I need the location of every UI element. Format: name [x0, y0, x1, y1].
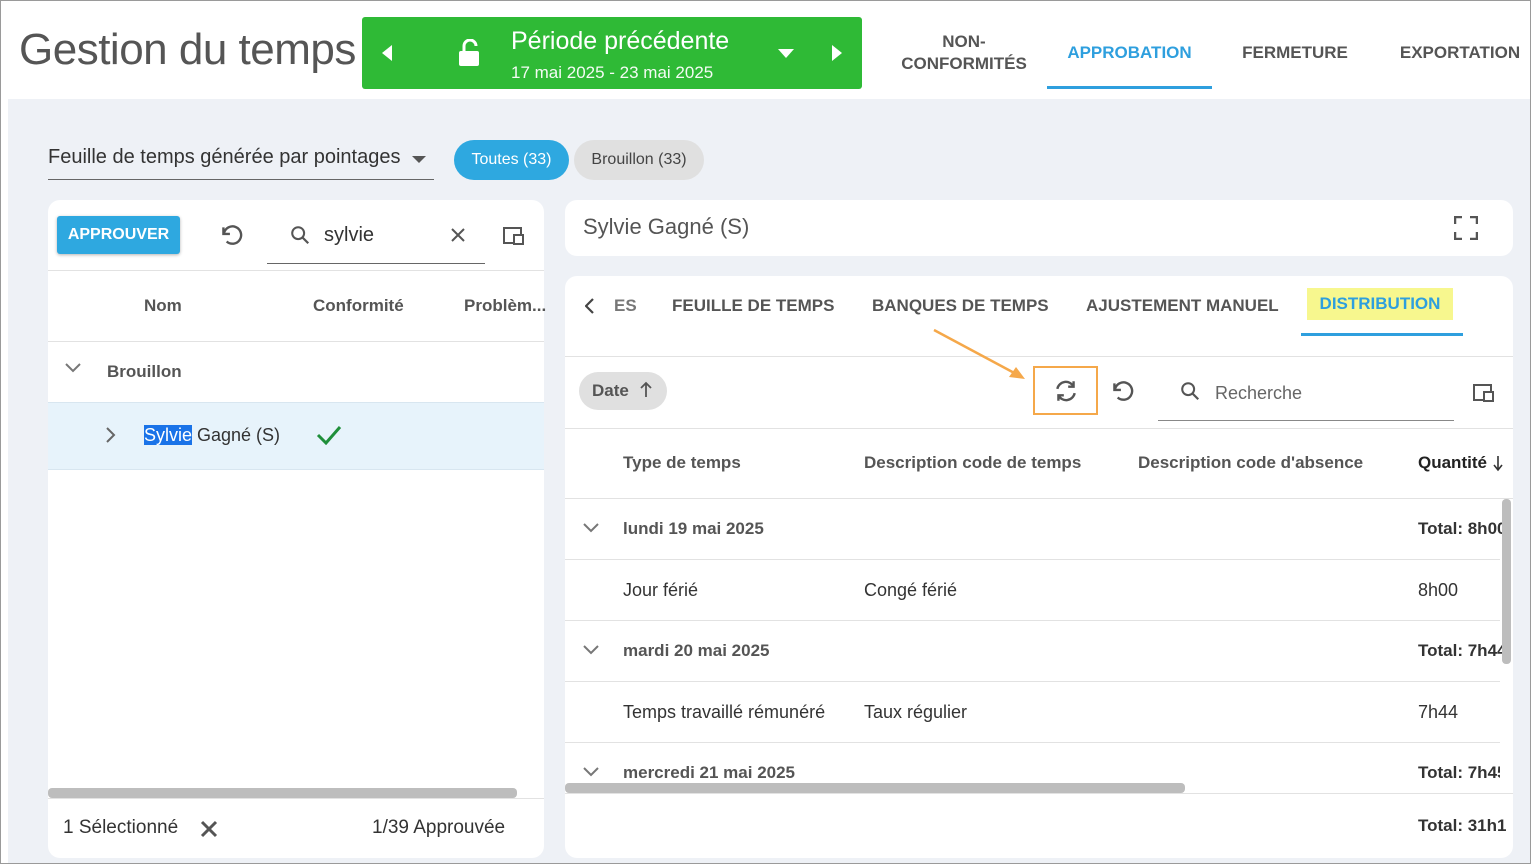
distribution-panel: ES FEUILLE DE TEMPS BANQUES DE TEMPS AJU…	[565, 276, 1513, 858]
horizontal-scrollbar[interactable]	[565, 783, 1185, 793]
chevron-left-icon[interactable]	[585, 298, 595, 314]
cell-qty: 7h44	[1418, 702, 1459, 722]
arrow-down-icon	[1493, 456, 1503, 472]
chevron-right-icon[interactable]	[106, 427, 116, 443]
search-value: sylvie	[324, 224, 375, 246]
active-tab-indicator	[1047, 86, 1212, 89]
tab-feuille-de-temps[interactable]: FEUILLE DE TEMPS	[672, 296, 834, 316]
column-conformite[interactable]: Conformité	[313, 296, 404, 316]
timesheet-filter-select[interactable]: Feuille de temps générée par pointages	[48, 146, 434, 180]
employee-name[interactable]: Sylvie Gagné (S)	[144, 425, 280, 446]
cell-code: Taux régulier	[864, 702, 968, 722]
horizontal-scrollbar[interactable]	[48, 788, 517, 798]
group-total: Total: 8h00	[1418, 519, 1507, 538]
tab-es[interactable]: ES	[614, 296, 637, 316]
tab-non-conformites[interactable]: NON- CONFORMITÉS	[897, 31, 1031, 75]
column-type-de-temps[interactable]: Type de temps	[623, 453, 741, 473]
employee-name-rest: Gagné (S)	[192, 425, 281, 445]
column-quantite[interactable]: Quantité	[1418, 453, 1487, 473]
refresh-button[interactable]	[1033, 366, 1098, 415]
undo-icon[interactable]	[1109, 378, 1135, 404]
employee-list-panel: APPROUVER sylvie Nom Conformité Problèm.…	[48, 200, 546, 858]
caret-down-icon	[412, 156, 426, 163]
period-selector[interactable]: Période précédente 17 mai 2025 - 23 mai …	[362, 17, 862, 89]
employee-search-input[interactable]: sylvie	[267, 218, 485, 264]
tab-exportation[interactable]: EXPORTATION	[1391, 42, 1529, 64]
tab-distribution[interactable]: DISTRIBUTION	[1307, 288, 1453, 320]
employee-header: Sylvie Gagné (S)	[565, 200, 1513, 256]
check-icon	[316, 426, 342, 445]
tab-banques-de-temps[interactable]: BANQUES DE TEMPS	[872, 296, 1049, 316]
column-description-code-absence[interactable]: Description code d'absence	[1138, 453, 1363, 473]
group-date: mercredi 21 mai 2025	[623, 763, 796, 782]
group-row[interactable]: mardi 20 mai 2025 Total: 7h44	[565, 621, 1506, 682]
approved-count: 1/39 Approuvée	[372, 817, 506, 838]
group-date: mardi 20 mai 2025	[623, 641, 770, 660]
refresh-icon	[1056, 380, 1076, 402]
group-date: lundi 19 mai 2025	[623, 519, 764, 538]
group-total: Total: 7h44	[1418, 641, 1507, 660]
search-placeholder: Recherche	[1215, 383, 1303, 403]
previous-period-icon[interactable]	[382, 45, 392, 61]
clear-icon[interactable]	[450, 227, 466, 243]
tab-approbation[interactable]: APPROBATION	[1047, 42, 1212, 64]
column-settings-icon[interactable]	[1472, 382, 1496, 404]
distribution-search-input[interactable]: Recherche	[1158, 371, 1454, 421]
next-period-icon[interactable]	[832, 45, 842, 61]
chevron-down-icon[interactable]	[65, 363, 81, 373]
group-total: Total: 7h45	[1418, 763, 1500, 782]
period-range: 17 mai 2025 - 23 mai 2025	[511, 63, 714, 82]
arrow-up-icon	[640, 381, 652, 397]
fullscreen-icon[interactable]	[1454, 216, 1478, 240]
chevron-down-icon[interactable]	[583, 645, 599, 655]
undo-icon[interactable]	[218, 222, 244, 248]
group-brouillon: Brouillon	[107, 362, 182, 381]
cell-type: Jour férié	[623, 580, 699, 600]
table-row[interactable]: Jour férié Congé férié 8h00	[565, 560, 1500, 621]
search-icon	[1181, 382, 1200, 401]
clear-selection-icon[interactable]	[200, 820, 218, 838]
cell-code: Congé férié	[864, 580, 958, 600]
cell-qty: 8h00	[1418, 580, 1459, 600]
tab-fermeture[interactable]: FERMETURE	[1229, 42, 1361, 64]
column-settings-icon[interactable]	[502, 225, 526, 247]
tab-ajustement-manuel[interactable]: AJUSTEMENT MANUEL	[1086, 296, 1279, 316]
group-row[interactable]: lundi 19 mai 2025 Total: 8h00	[565, 499, 1506, 560]
page-title: Gestion du temps	[19, 25, 356, 74]
selected-count: 1 Sélectionné	[63, 817, 179, 838]
annotation-arrow	[933, 328, 1025, 379]
vertical-scrollbar[interactable]	[1502, 499, 1511, 664]
distribution-tab-indicator	[1301, 333, 1463, 336]
sort-chip-label: Date	[592, 381, 629, 400]
chevron-down-icon[interactable]	[583, 767, 599, 777]
search-highlight: Sylvie	[144, 425, 193, 445]
column-problemes[interactable]: Problèm...	[464, 296, 546, 316]
approve-button[interactable]: APPROUVER	[57, 216, 180, 254]
sort-chip-date[interactable]: Date	[579, 372, 667, 410]
chevron-down-icon[interactable]	[778, 49, 794, 58]
grand-total: Total: 31h1	[1418, 816, 1507, 835]
chevron-down-icon[interactable]	[583, 523, 599, 533]
filter-label: Feuille de temps générée par pointages	[48, 146, 401, 168]
chip-brouillon[interactable]: Brouillon (33)	[574, 140, 704, 180]
cell-type: Temps travaillé rémunéré	[623, 702, 826, 722]
table-row[interactable]: Sylvie Gagné (S)	[48, 402, 544, 470]
employee-title: Sylvie Gagné (S)	[583, 214, 750, 239]
column-nom[interactable]: Nom	[144, 296, 182, 316]
column-description-code-temps[interactable]: Description code de temps	[864, 453, 1081, 473]
period-title: Période précédente	[511, 27, 730, 55]
chip-toutes[interactable]: Toutes (33)	[454, 140, 569, 180]
table-row[interactable]: Temps travaillé rémunéré Taux régulier 7…	[565, 682, 1500, 743]
search-icon	[291, 226, 310, 245]
unlock-icon	[459, 39, 479, 66]
